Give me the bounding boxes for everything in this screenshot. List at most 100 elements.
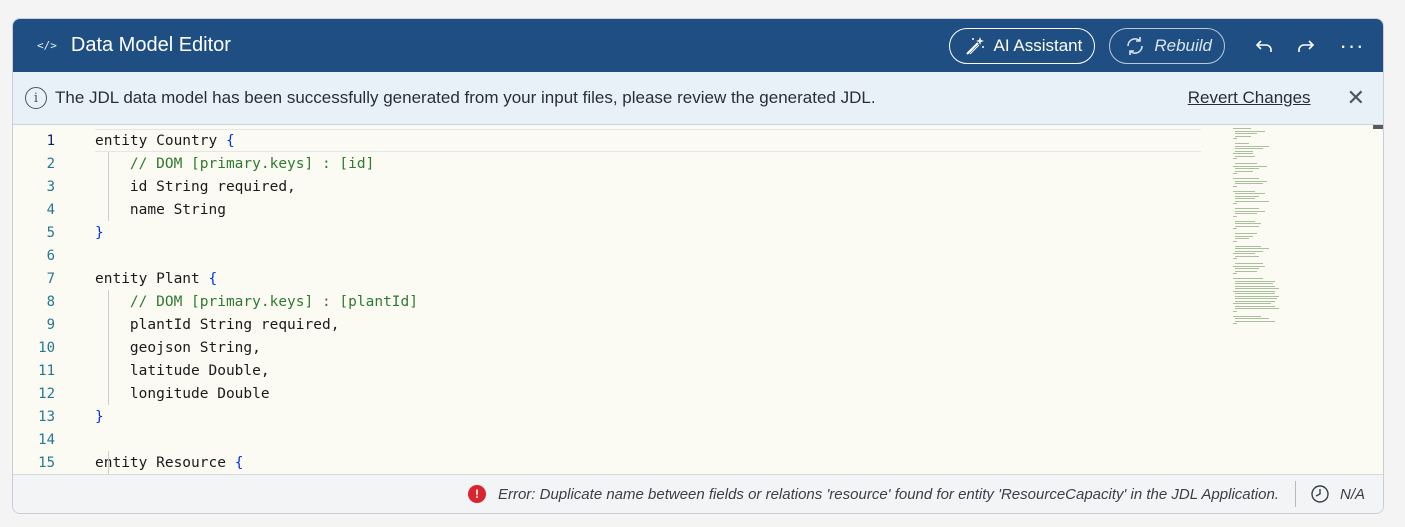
code-text: } [95,408,104,425]
minimap[interactable] [1201,125,1383,476]
minimap-line [1235,250,1263,252]
info-icon: i [25,87,47,109]
line-number: 13 [38,408,55,425]
code-line[interactable]: 12 longitude Double [13,382,1203,405]
revert-changes-link[interactable]: Revert Changes [1188,88,1311,108]
code-line[interactable]: 5} [13,221,1203,244]
code-line[interactable]: 3 id String required, [13,175,1203,198]
minimap-line [1235,280,1275,282]
minimap-line [1235,133,1257,134]
minimap-line [1235,213,1257,214]
more-options-button[interactable]: ··· [1335,29,1369,63]
rebuild-button[interactable]: Rebuild [1109,27,1225,64]
minimap-line [1235,263,1263,264]
minimap-line [1235,268,1259,269]
code-line[interactable]: 11 latitude Double, [13,359,1203,382]
code-line[interactable]: 7 entity Plant { [13,267,1203,290]
minimap-line [1233,265,1265,267]
minimap-line [1233,153,1253,154]
minimap-line [1233,190,1255,192]
minimap-line [1235,318,1269,319]
minimap-line [1235,305,1275,307]
minimap-line [1235,288,1279,289]
error-icon: ! [467,485,486,503]
refresh-icon [1127,36,1144,55]
minimap-line [1235,235,1253,237]
minimap-line [1235,135,1251,137]
minimap-line [1235,283,1273,284]
minimap-line [1235,308,1279,309]
minimap-line [1235,295,1279,297]
minimap-line [1233,185,1237,187]
open-brace: { [225,132,235,149]
code-line[interactable]: 14 [13,428,1203,451]
line-number: 1 [46,132,55,149]
code-line[interactable]: 2 // DOM [primary.keys] : [id] [13,152,1203,175]
ai-assistant-button[interactable]: AI Assistant [948,27,1096,64]
line-number: 7 [46,270,55,287]
code-text: entity Resource [95,454,235,471]
undo-button[interactable] [1247,29,1281,63]
minimap-line [1235,225,1259,227]
minimap-line [1235,255,1259,257]
minimap-line [1235,148,1263,149]
line-number: 14 [38,431,55,448]
minimap-line [1233,315,1261,317]
minimap-line [1233,158,1237,159]
code-text: longitude Double [95,385,270,402]
minimap-line [1235,220,1255,222]
line-number: 10 [38,339,55,356]
minimap-line [1235,163,1257,164]
code-line[interactable]: 10 geojson String, [13,336,1203,359]
minimap-line [1233,273,1237,274]
minimap-line [1235,145,1269,147]
code-line[interactable]: 9 plantId String required, [13,313,1203,336]
minimap-line [1233,138,1237,139]
minimap-line [1233,128,1251,129]
status-value: N/A [1339,485,1365,503]
minimap-line [1233,253,1255,254]
close-icon[interactable]: ✕ [1347,85,1365,111]
code-text: latitude Double, [95,362,270,379]
code-text: name String [95,201,226,218]
editor-title: Data Model Editor [70,34,231,56]
minimap-line [1235,270,1257,272]
code-text: entity Country [95,132,226,149]
code-line[interactable]: 6 [13,244,1203,267]
indent-guide [108,290,109,405]
code-line[interactable]: 8 // DOM [primary.keys] : [plantId] [13,290,1203,313]
code-line[interactable]: 15 entity Resource { [13,451,1203,474]
minimap-line [1233,310,1237,312]
code-line[interactable]: 1 entity Country { [13,129,1203,152]
code-text: id String required, [95,178,296,195]
open-brace: { [208,270,218,287]
minimap-line [1235,298,1277,299]
minimap-line [1233,303,1271,304]
minimap-line [1235,248,1269,249]
code-line[interactable]: 13} [13,405,1203,428]
line-number: 6 [46,247,55,264]
minimap-line [1235,168,1259,169]
error-message: Error: Duplicate name between fields or … [497,485,1279,503]
code-icon: </> [37,39,57,52]
scrollbar-indicator[interactable] [1373,125,1383,129]
minimap-line [1235,195,1259,197]
minimap-line [1235,208,1259,209]
redo-button[interactable] [1289,29,1323,63]
minimap-line [1235,238,1249,239]
line-number: 11 [38,362,55,379]
minimap-line [1235,223,1261,224]
minimap-line [1235,233,1257,234]
minimap-line [1235,150,1253,152]
minimap-line [1235,285,1275,287]
indent-guide [108,152,109,221]
minimap-line [1233,278,1263,279]
minimap-line [1235,210,1265,212]
info-banner: i The JDL data model has been successful… [13,72,1383,125]
minimap-line [1235,245,1261,247]
minimap-line [1235,293,1275,294]
code-line[interactable]: 4 name String [13,198,1203,221]
undo-icon [1255,39,1272,52]
code-editor[interactable]: 1 entity Country {2 // DOM [primary.keys]… [13,125,1383,476]
minimap-line [1235,193,1265,194]
